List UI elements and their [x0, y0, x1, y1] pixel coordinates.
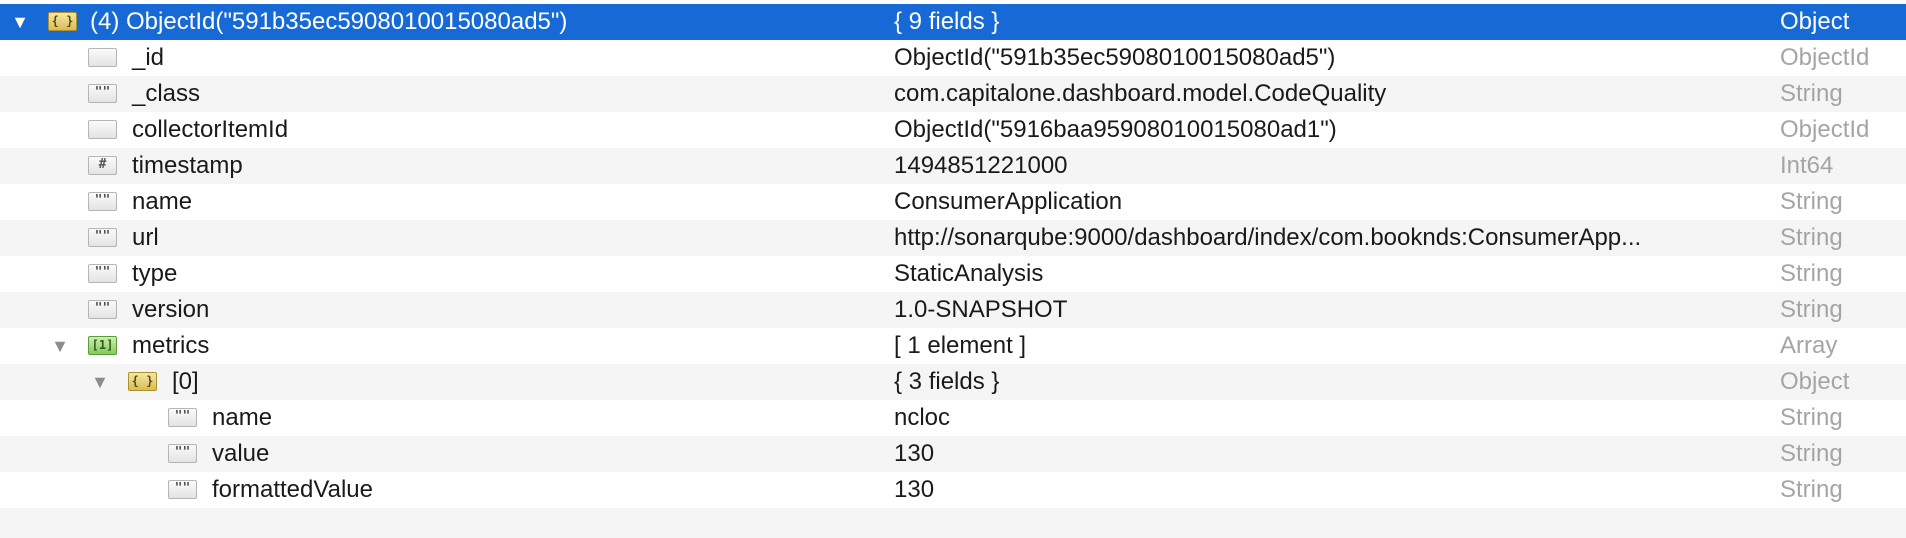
field-value: ObjectId("5916baa95908010015080ad1")	[894, 116, 1337, 143]
field-value: ObjectId("591b35ec5908010015080ad5")	[894, 44, 1336, 71]
field-type: String	[1780, 80, 1843, 107]
field-type: String	[1780, 476, 1843, 503]
string-icon: ""	[88, 192, 117, 211]
field-key: name	[212, 404, 273, 431]
field-key: value	[212, 440, 270, 467]
field-type: String	[1780, 440, 1843, 467]
tree-row-field-version[interactable]: "" version 1.0-SNAPSHOT String	[0, 292, 1906, 328]
field-value: com.capitalone.dashboard.model.CodeQuali…	[894, 80, 1387, 107]
field-key: url	[132, 224, 159, 251]
document-type: Object	[1780, 8, 1850, 35]
tree-row-field-class[interactable]: "" _class com.capitalone.dashboard.model…	[0, 76, 1906, 112]
field-type: ObjectId	[1780, 44, 1870, 71]
field-value: 1.0-SNAPSHOT	[894, 296, 1068, 323]
disclosure-triangle-icon[interactable]: ▼	[50, 328, 70, 364]
document-value: { 9 fields }	[894, 8, 1000, 35]
field-type: Object	[1780, 368, 1850, 395]
array-icon: [1]	[88, 336, 117, 355]
tree-row-field-timestamp[interactable]: # timestamp 1494851221000 Int64	[0, 148, 1906, 184]
field-type: String	[1780, 296, 1843, 323]
disclosure-triangle-icon[interactable]: ▼	[10, 4, 30, 40]
string-icon: ""	[88, 84, 117, 103]
field-key: version	[132, 296, 210, 323]
tree-row-document[interactable]: ▼ { } (4) ObjectId("591b35ec590801001508…	[0, 4, 1906, 40]
document-tree-view[interactable]: ▼ { } (4) ObjectId("591b35ec590801001508…	[0, 0, 1906, 538]
string-icon: ""	[88, 300, 117, 319]
field-key: collectorItemId	[132, 116, 289, 143]
tree-row-field-url[interactable]: "" url http://sonarqube:9000/dashboard/i…	[0, 220, 1906, 256]
field-type: String	[1780, 404, 1843, 431]
field-value: [ 1 element ]	[894, 332, 1027, 359]
tree-row-field-name[interactable]: "" name ConsumerApplication String	[0, 184, 1906, 220]
field-value: http://sonarqube:9000/dashboard/index/co…	[894, 224, 1642, 251]
field-type: String	[1780, 188, 1843, 215]
disclosure-triangle-icon[interactable]: ▼	[90, 364, 110, 400]
field-type: String	[1780, 260, 1843, 287]
field-value: StaticAnalysis	[894, 260, 1044, 287]
string-icon: ""	[168, 480, 197, 499]
field-key: name	[132, 188, 193, 215]
object-icon: { }	[48, 12, 77, 31]
tree-row-metric-name[interactable]: "" name ncloc String	[0, 400, 1906, 436]
field-value: 130	[894, 440, 935, 467]
tree-row-field-collectoritemid[interactable]: collectorItemId ObjectId("5916baa9590801…	[0, 112, 1906, 148]
field-value: ncloc	[894, 404, 951, 431]
tree-row-empty	[0, 508, 1906, 538]
field-key: _id	[132, 44, 165, 71]
field-type: Array	[1780, 332, 1838, 359]
field-type: ObjectId	[1780, 116, 1870, 143]
tree-row-metric-value[interactable]: "" value 130 String	[0, 436, 1906, 472]
tree-row-field-type[interactable]: "" type StaticAnalysis String	[0, 256, 1906, 292]
tree-row-metrics-element-0[interactable]: ▼ { } [0] { 3 fields } Object	[0, 364, 1906, 400]
string-icon: ""	[168, 444, 197, 463]
document-key: (4) ObjectId("591b35ec5908010015080ad5")	[90, 8, 568, 35]
string-icon: ""	[88, 228, 117, 247]
tree-row-metrics[interactable]: ▼ [1] metrics [ 1 element ] Array	[0, 328, 1906, 364]
number-icon: #	[88, 156, 117, 175]
field-type: String	[1780, 224, 1843, 251]
field-key: [0]	[172, 368, 199, 395]
objectid-icon	[88, 48, 117, 67]
field-value: 130	[894, 476, 935, 503]
field-key: metrics	[132, 332, 210, 359]
object-icon: { }	[128, 372, 157, 391]
field-key: _class	[132, 80, 201, 107]
string-icon: ""	[88, 264, 117, 283]
tree-row-field-id[interactable]: _id ObjectId("591b35ec5908010015080ad5")…	[0, 40, 1906, 76]
field-value: { 3 fields }	[894, 368, 1000, 395]
tree-row-metric-formattedvalue[interactable]: "" formattedValue 130 String	[0, 472, 1906, 508]
field-key: timestamp	[132, 152, 243, 179]
field-value: ConsumerApplication	[894, 188, 1123, 215]
field-key: formattedValue	[212, 476, 373, 503]
field-value: 1494851221000	[894, 152, 1068, 179]
objectid-icon	[88, 120, 117, 139]
string-icon: ""	[168, 408, 197, 427]
field-key: type	[132, 260, 178, 287]
field-type: Int64	[1780, 152, 1834, 179]
